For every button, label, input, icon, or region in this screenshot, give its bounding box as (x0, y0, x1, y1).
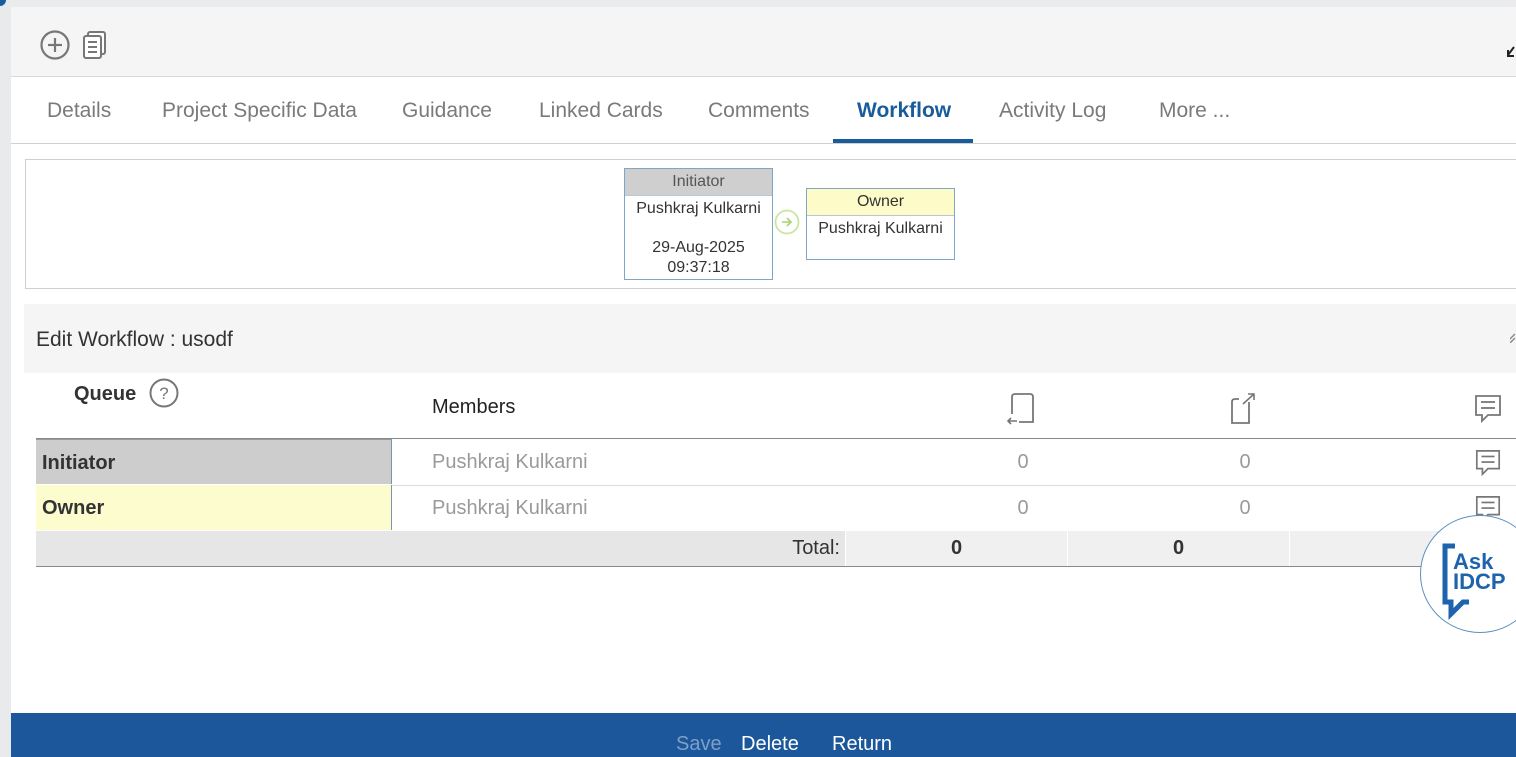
tab-details[interactable]: Details (47, 99, 111, 123)
ask-label-line2: IDCP (1453, 569, 1506, 594)
total-label: Total: (792, 537, 840, 559)
members-column-header: Members (432, 396, 516, 418)
comment-icon[interactable] (1474, 449, 1502, 477)
initiator-node-time: 09:37:18 (667, 259, 730, 276)
queue-cell-initiator: Initiator (36, 439, 392, 484)
add-circle-icon[interactable] (39, 29, 71, 61)
ask-idcp-label: Ask IDCP (1453, 551, 1506, 594)
total-received: 0 (845, 531, 1067, 566)
sent-document-icon (1229, 392, 1259, 426)
received-count: 0 (1017, 497, 1029, 519)
svg-text:?: ? (159, 384, 168, 403)
footer-bar: Save Delete Return (11, 713, 1516, 757)
left-edge (0, 0, 11, 757)
tab-guidance[interactable]: Guidance (402, 99, 492, 123)
total-row: Total: 0 0 (36, 531, 1516, 567)
received-document-icon (1006, 392, 1036, 426)
received-count: 0 (1017, 451, 1029, 473)
member-cell[interactable]: Pushkraj Kulkarni (432, 485, 588, 531)
active-tab-indicator (833, 139, 973, 143)
arrow-right-circle-icon (774, 209, 800, 235)
initiator-node-date: 29-Aug-2025 (652, 239, 745, 256)
ask-idcp-button[interactable]: Ask IDCP (1420, 515, 1516, 633)
sent-count: 0 (1239, 497, 1251, 519)
total-sent: 0 (1067, 531, 1289, 566)
edit-workflow-header[interactable]: Edit Workflow : usodf (24, 304, 1516, 373)
workflow-diagram: Initiator Pushkraj Kulkarni 29-Aug-2025 … (25, 159, 1516, 289)
tab-activity-log[interactable]: Activity Log (999, 99, 1106, 123)
member-cell[interactable]: Pushkraj Kulkarni (432, 439, 588, 485)
collapse-chevron-icon[interactable] (1509, 330, 1516, 348)
tab-project-specific-data[interactable]: Project Specific Data (162, 99, 357, 123)
owner-node-name: Pushkraj Kulkarni (818, 220, 943, 237)
tab-workflow[interactable]: Workflow (857, 99, 951, 123)
edit-workflow-title: Edit Workflow : usodf (36, 328, 233, 351)
queue-column-header: Queue (74, 383, 137, 405)
help-icon[interactable]: ? (149, 378, 179, 408)
tab-comments[interactable]: Comments (708, 99, 810, 123)
initiator-node[interactable]: Initiator Pushkraj Kulkarni 29-Aug-2025 … (624, 168, 773, 280)
comment-icon (1474, 394, 1504, 428)
owner-node-title: Owner (807, 189, 954, 216)
expand-arrow-icon[interactable] (1506, 45, 1516, 59)
top-strip (11, 0, 1516, 7)
return-button[interactable]: Return (832, 733, 892, 756)
save-button[interactable]: Save (676, 733, 722, 756)
owner-node[interactable]: Owner Pushkraj Kulkarni (806, 188, 955, 260)
tab-bar: Details Project Specific Data Guidance L… (11, 77, 1516, 144)
table-row: Initiator Pushkraj Kulkarni 0 0 (36, 439, 1516, 486)
table-row: Owner Pushkraj Kulkarni 0 0 (36, 485, 1516, 532)
initiator-node-name: Pushkraj Kulkarni (636, 200, 761, 217)
toolbar (11, 7, 1516, 77)
tab-linked-cards[interactable]: Linked Cards (539, 99, 663, 123)
copy-document-icon[interactable] (79, 29, 111, 61)
queue-cell-owner: Owner (36, 485, 392, 530)
sent-count: 0 (1239, 451, 1251, 473)
delete-button[interactable]: Delete (741, 733, 799, 756)
initiator-node-title: Initiator (625, 169, 772, 196)
tab-more[interactable]: More ... (1159, 99, 1230, 123)
